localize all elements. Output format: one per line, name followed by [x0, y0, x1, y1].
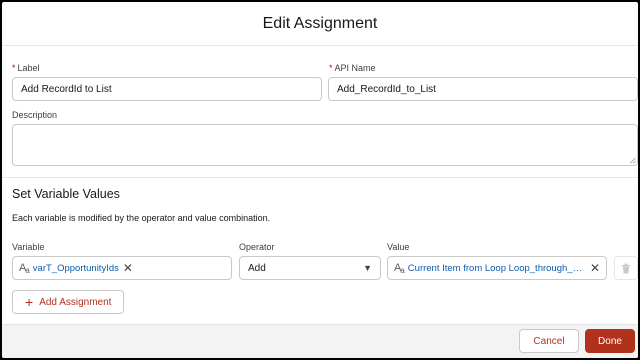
- description-textarea[interactable]: [12, 124, 638, 166]
- label-input-value: Add RecordId to List: [21, 83, 112, 95]
- variable-combobox[interactable]: Aa varT_OpportunityIds ✕: [12, 256, 232, 280]
- delete-row-button[interactable]: [614, 256, 638, 280]
- add-assignment-label: Add Assignment: [39, 296, 112, 308]
- add-assignment-button[interactable]: + Add Assignment: [12, 290, 125, 314]
- text-type-icon: Aa: [394, 262, 405, 275]
- label-input[interactable]: Add RecordId to List: [12, 77, 322, 101]
- cancel-button[interactable]: Cancel: [519, 329, 579, 353]
- api-name-field-label: * API Name: [329, 63, 376, 73]
- value-combobox[interactable]: Aa Current Item from Loop Loop_through_O…: [387, 256, 607, 280]
- section-title: Set Variable Values: [12, 187, 120, 201]
- add-icon: +: [25, 294, 34, 310]
- value-column-label: Value: [387, 242, 410, 252]
- clear-icon[interactable]: ✕: [123, 262, 133, 274]
- resize-grip-icon[interactable]: [629, 157, 636, 164]
- api-name-input[interactable]: Add_RecordId_to_List: [328, 77, 638, 101]
- modal-title: Edit Assignment: [262, 14, 378, 32]
- value-value: Current Item from Loop Loop_through_Oppo…: [407, 262, 586, 274]
- label-field-label: * Label: [12, 63, 40, 73]
- section-helptext: Each variable is modified by the operato…: [12, 213, 271, 223]
- api-name-field-label-text: API Name: [334, 63, 376, 73]
- required-marker: *: [12, 63, 16, 73]
- variable-value: varT_OpportunityIds: [32, 262, 119, 274]
- text-type-icon: Aa: [19, 262, 30, 275]
- clear-icon[interactable]: ✕: [590, 262, 600, 274]
- done-button[interactable]: Done: [585, 329, 635, 353]
- modal-footer: Cancel Done: [2, 324, 638, 358]
- description-field-label: Description: [12, 110, 58, 120]
- edit-assignment-modal: Edit Assignment * Label Add RecordId to L…: [2, 2, 638, 358]
- variable-column-label: Variable: [12, 242, 45, 252]
- operator-select[interactable]: Add ▼: [239, 256, 381, 280]
- api-name-input-value: Add_RecordId_to_List: [337, 83, 436, 95]
- operator-value: Add: [248, 262, 266, 274]
- section-divider: [2, 177, 638, 178]
- chevron-down-icon: ▼: [363, 263, 372, 273]
- modal-header: Edit Assignment: [2, 2, 638, 46]
- modal-body: * Label Add RecordId to List * API Name Ad…: [2, 47, 638, 324]
- label-field-label-text: Label: [17, 63, 40, 73]
- required-marker: *: [329, 63, 333, 73]
- trash-icon: [622, 263, 630, 273]
- operator-column-label: Operator: [239, 242, 275, 252]
